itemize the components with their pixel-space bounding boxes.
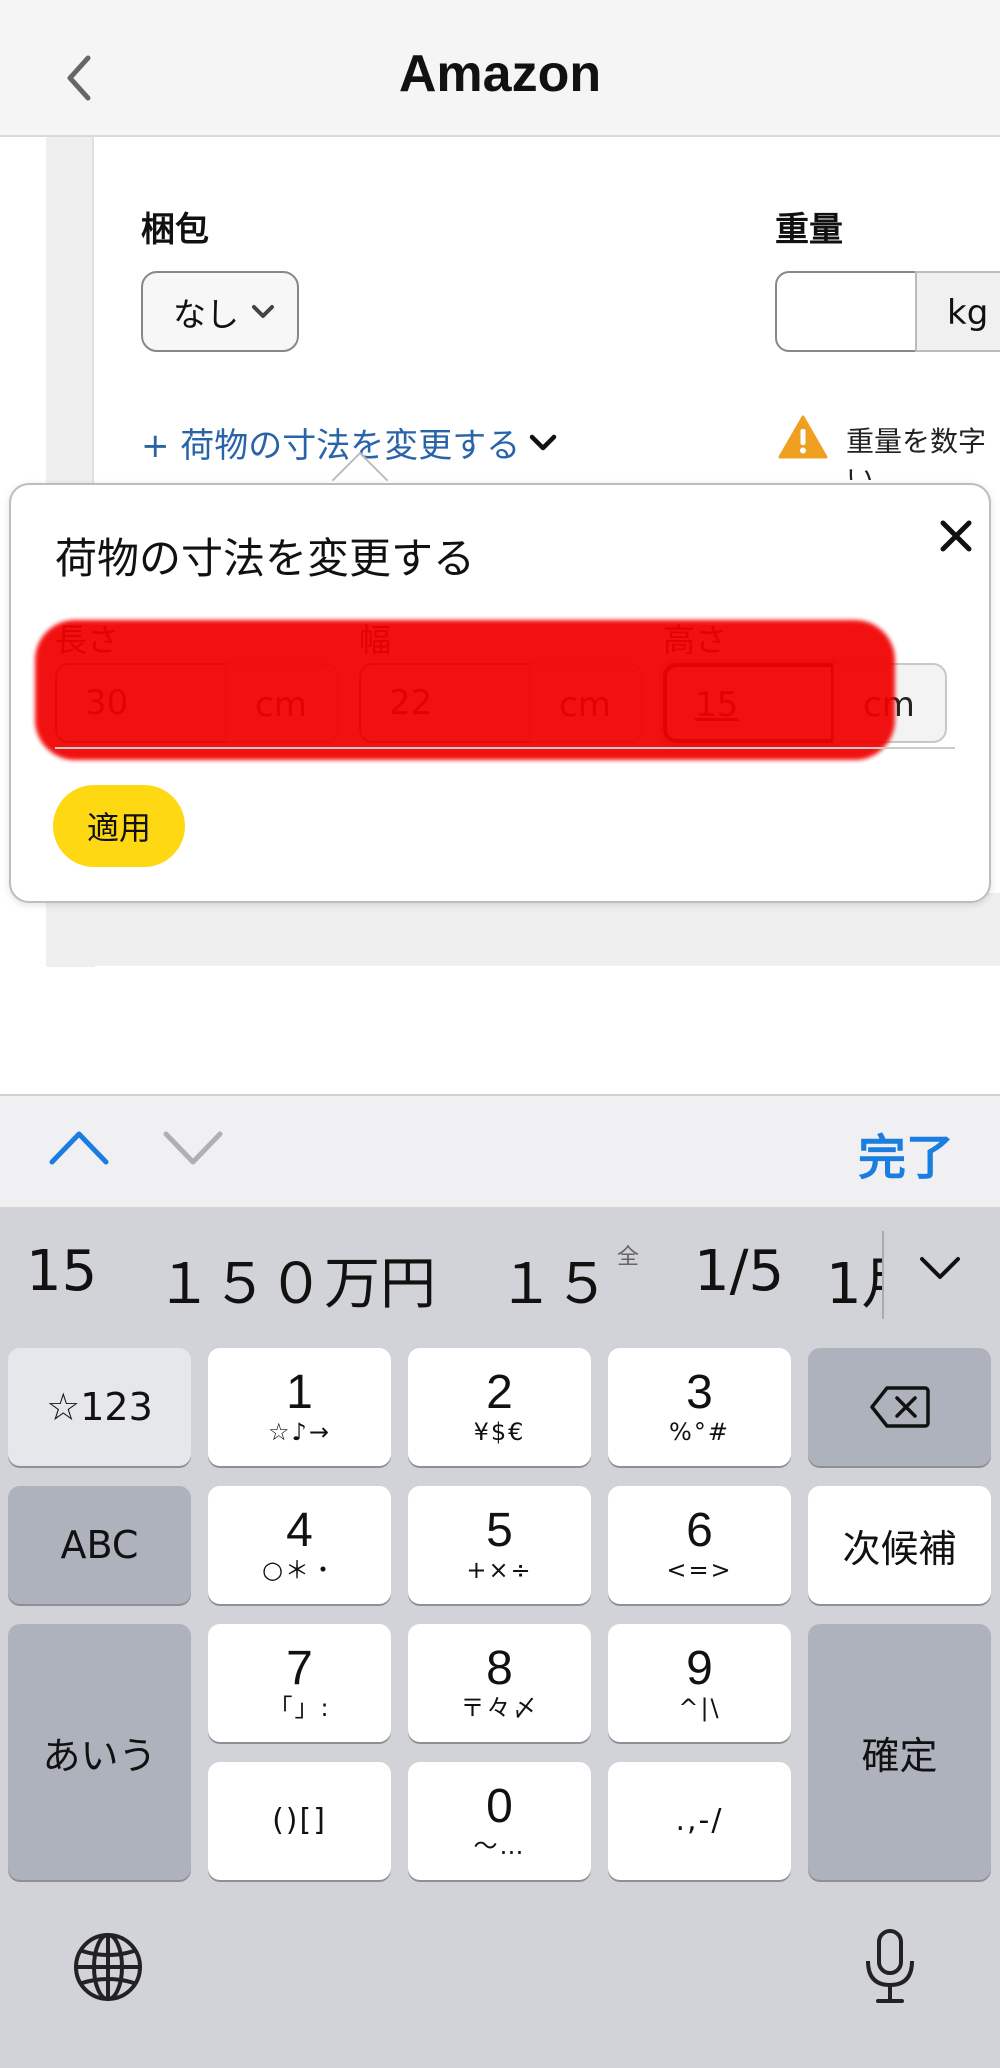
weight-label: 重量 [775,210,843,250]
weight-warning-text-cont: い [846,463,875,480]
key-1[interactable]: 1 ☆♪→ [208,1348,391,1466]
full-width-mark: 全 [617,1245,640,1270]
key-3[interactable]: 3 %°# [608,1348,791,1466]
close-button[interactable] [931,511,981,561]
done-button[interactable]: 完了 [858,1118,954,1188]
globe-icon[interactable] [72,1931,144,2003]
key-5[interactable]: 5 +×÷ [408,1486,591,1604]
key-8[interactable]: 8 〒々〆 [408,1624,591,1742]
kana-key[interactable]: あいう [8,1624,191,1880]
candidate-3[interactable]: １５ [498,1239,610,1320]
candidate-1[interactable]: 15 [26,1239,97,1304]
weight-warning-text: 重量を数字 [846,425,987,458]
chevron-down-icon [530,434,557,450]
confirm-key[interactable]: 確定 [808,1624,991,1880]
key-7[interactable]: 7 「」: [208,1624,391,1742]
weight-input[interactable] [775,271,917,352]
backspace-icon [869,1386,930,1428]
delete-key[interactable] [808,1348,991,1466]
japanese-keyboard: 15 １５０万円 １５ 全 1/5 1月 ☆123 1☆♪→ 2¥$€ 3%°#… [0,1207,1000,2068]
change-dimensions-link[interactable]: + 荷物の寸法を変更する [141,418,558,467]
red-redaction-overlay [35,620,895,760]
candidate-5[interactable]: 1月 [826,1239,882,1320]
key-9[interactable]: 9 ^|\ [608,1624,791,1742]
weight-unit: kg [915,271,1000,352]
dimensions-popover: 荷物の寸法を変更する 長さ 30 cm 幅 22 cm 高さ 15 cm 適用 [9,483,991,903]
packaging-label: 梱包 [141,210,209,250]
candidate-4[interactable]: 1/5 [694,1239,784,1304]
divider [55,747,955,749]
microphone-icon[interactable] [862,1927,918,2007]
punctuation-key[interactable]: .,-/ [608,1762,791,1880]
candidate-2[interactable]: １５０万円 [156,1239,436,1320]
chevron-up-icon[interactable] [48,1128,110,1168]
symbols-key[interactable]: ☆123 [8,1348,191,1466]
nav-header: Amazon [0,0,1000,137]
apply-button[interactable]: 適用 [53,785,185,867]
candidate-divider [882,1231,884,1319]
packaging-select[interactable]: なし [141,271,299,352]
chevron-down-icon [252,304,274,318]
popover-title: 荷物の寸法を変更する [55,534,476,583]
keyboard-accessory-bar: 完了 [0,1094,1000,1207]
chevron-down-icon[interactable] [918,1253,962,1283]
key-0[interactable]: 0 〜… [408,1762,591,1880]
warning-icon [778,415,828,459]
key-6[interactable]: 6 <=> [608,1486,791,1604]
next-candidate-key[interactable]: 次候補 [808,1486,991,1604]
parens-key[interactable]: ()[] [208,1762,391,1880]
change-dimensions-label: + 荷物の寸法を変更する [141,426,521,466]
key-2[interactable]: 2 ¥$€ [408,1348,591,1466]
packaging-value: なし [173,294,239,334]
page-title: Amazon [398,45,602,103]
abc-key[interactable]: ABC [8,1486,191,1604]
close-icon [940,520,972,552]
chevron-down-icon[interactable] [162,1128,224,1168]
key-4[interactable]: 4 ○＊・ [208,1486,391,1604]
